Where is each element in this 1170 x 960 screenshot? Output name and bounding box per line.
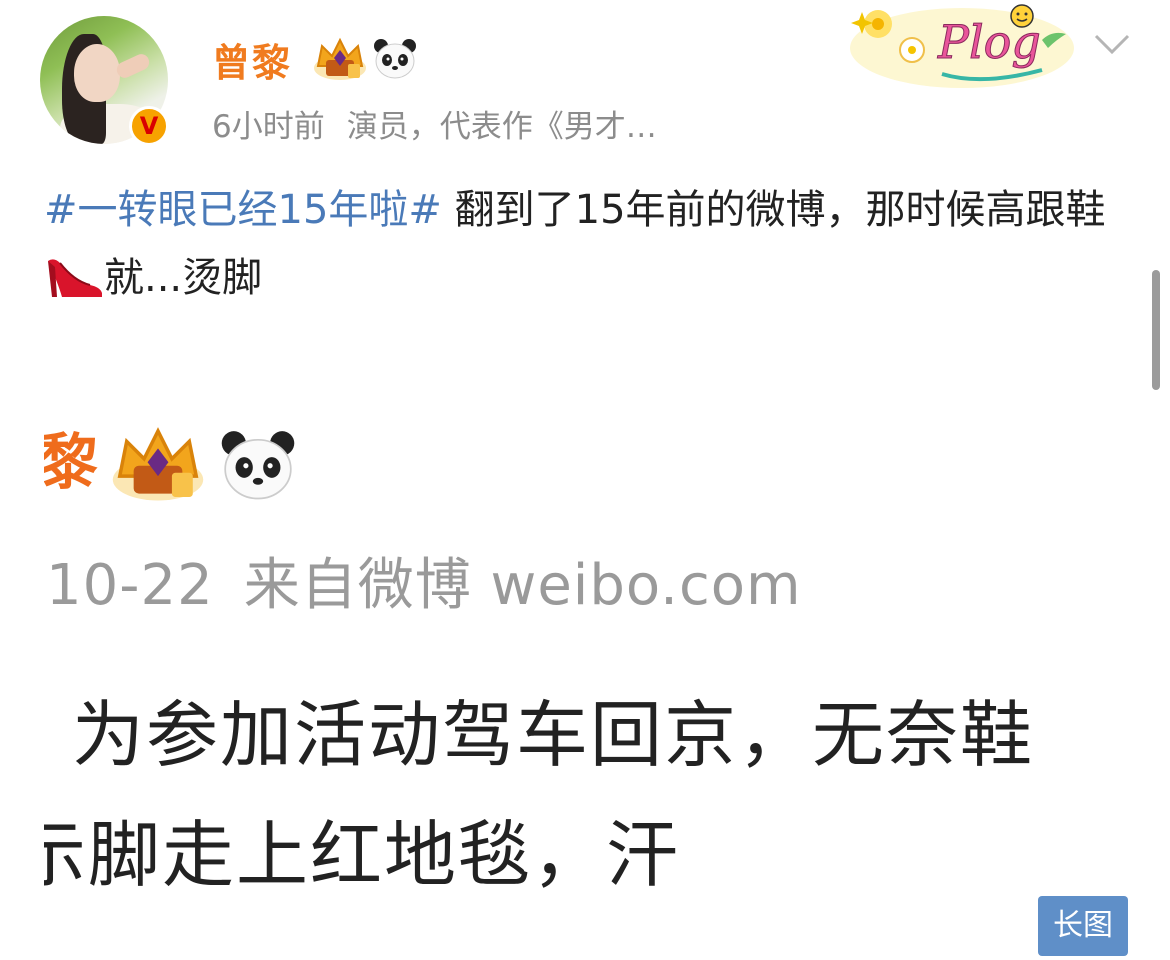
high-heel-icon bbox=[48, 259, 102, 297]
user-description: 演员，代表作《男才… bbox=[346, 109, 657, 145]
long-image-badge[interactable]: 长图 bbox=[1038, 896, 1128, 956]
plog-sticker[interactable]: Plog bbox=[842, 0, 1074, 90]
embedded-date: 10-22 bbox=[46, 553, 214, 618]
avatar-face bbox=[74, 44, 120, 102]
embedded-text-line1: 为参加活动驾车回京，无奈鞋 bbox=[72, 693, 1035, 777]
panda-icon[interactable] bbox=[372, 36, 418, 80]
chevron-down-icon[interactable] bbox=[1094, 30, 1130, 58]
post-time: 6小时前 bbox=[212, 109, 325, 145]
embedded-source: 来自微博 weibo.com bbox=[243, 553, 802, 618]
embedded-image[interactable]: 黎 10-22 来自微博 weibo.com 为参加活动驾车回京，无奈鞋 示脚走上… bbox=[44, 380, 1128, 955]
hashtag-link[interactable]: #一转眼已经15年啦# bbox=[44, 187, 442, 233]
username[interactable]: 曾黎 bbox=[212, 32, 292, 87]
scrollbar[interactable] bbox=[1152, 270, 1160, 390]
panda-icon bbox=[221, 431, 295, 500]
crown-badge-icon[interactable] bbox=[312, 36, 368, 82]
post-meta: 6小时前 演员，代表作《男才… bbox=[212, 101, 657, 146]
post-text: #一转眼已经15年啦# 翻到了15年前的微博，那时候高跟鞋 就...烫脚 bbox=[44, 176, 1134, 312]
post-text-part2: 就...烫脚 bbox=[104, 255, 263, 301]
embedded-username: 黎 bbox=[44, 428, 98, 498]
crown-badge-icon bbox=[112, 427, 204, 501]
embedded-text-line2: 示脚走上红地毯，汗 bbox=[44, 813, 681, 897]
post-text-part1: 翻到了15年前的微博，那时候高跟鞋 bbox=[441, 187, 1106, 233]
avatar-hand bbox=[114, 51, 152, 81]
embedded-meta: 10-22 来自微博 weibo.com bbox=[46, 540, 802, 621]
verified-v-icon: V bbox=[129, 106, 169, 146]
